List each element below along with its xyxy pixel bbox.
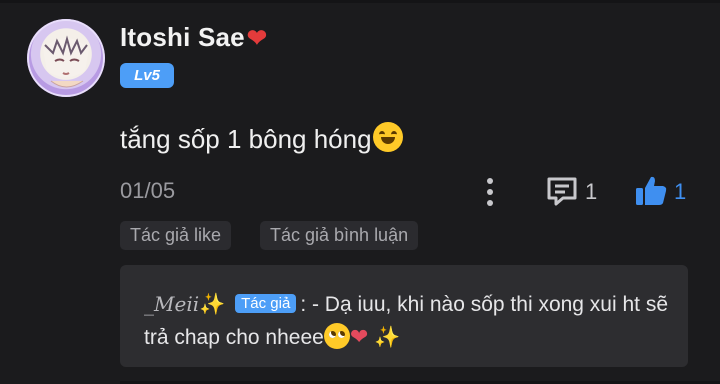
author-reply-box[interactable]: _Meii✨ Tác giả: - Dạ iuu, khi nào sốp th… bbox=[120, 265, 688, 367]
thumbs-up-icon[interactable] bbox=[634, 174, 668, 208]
reply-author-name[interactable]: _Meii bbox=[144, 292, 199, 316]
author-liked-tag: Tác giả like bbox=[120, 221, 232, 250]
comment-date: 01/05 bbox=[120, 178, 176, 203]
avatar-illustration bbox=[27, 19, 105, 97]
heart-emoji: ❤ bbox=[246, 25, 268, 52]
heart-with-bandage-emoji: ❤ bbox=[349, 324, 369, 349]
author-commented-tag: Tác giả bình luận bbox=[260, 221, 419, 250]
comment-text: tắng sốp 1 bông hóng bbox=[120, 124, 372, 154]
reply-content: _Meii✨ Tác giả: - Dạ iuu, khi nào sốp th… bbox=[144, 288, 674, 354]
reply-count: 1 bbox=[585, 179, 598, 204]
trailing-sparkles-emoji: ✨ bbox=[374, 326, 401, 349]
top-divider bbox=[0, 0, 720, 3]
more-vertical-icon[interactable] bbox=[480, 176, 500, 208]
sparkles-emoji: ✨ bbox=[199, 293, 226, 316]
smile-emoji bbox=[372, 122, 403, 152]
reply-comment-icon[interactable] bbox=[545, 174, 579, 208]
username[interactable]: Itoshi Sae❤ bbox=[120, 22, 267, 53]
like-count: 1 bbox=[674, 179, 687, 204]
user-avatar[interactable] bbox=[27, 19, 105, 97]
username-text: Itoshi Sae bbox=[120, 22, 245, 52]
comment-body: tắng sốp 1 bông hóng bbox=[120, 122, 403, 155]
author-badge: Tác giả bbox=[235, 294, 297, 313]
level-badge: Lv5 bbox=[120, 63, 174, 88]
pleading-face-emoji bbox=[323, 323, 350, 349]
